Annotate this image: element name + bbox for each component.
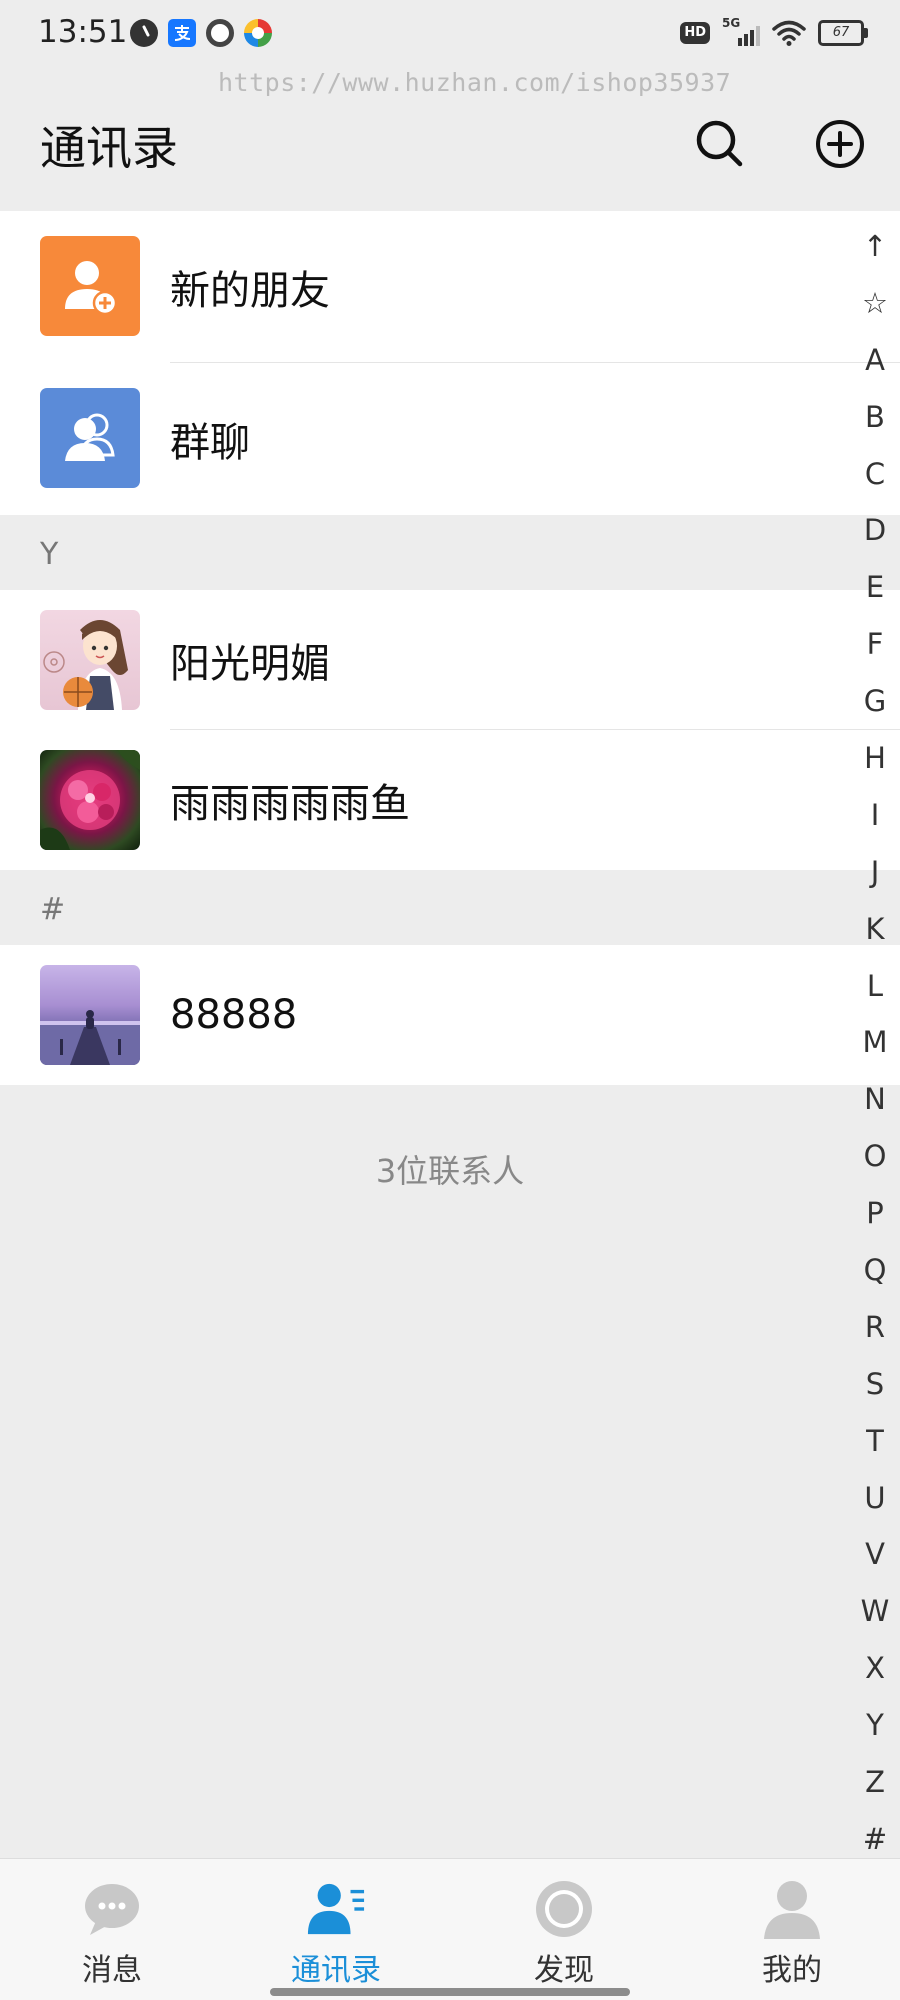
- index-letter[interactable]: Q: [850, 1242, 900, 1299]
- index-letter[interactable]: N: [850, 1071, 900, 1128]
- profile-icon: [764, 1881, 820, 1939]
- contact-count: 3位联系人: [375, 1152, 525, 1190]
- wifi-icon: [772, 20, 806, 46]
- contact-list: 新的朋友 群聊 Y 阳光明媚 雨雨雨雨雨鱼 # 88888: [0, 211, 900, 1085]
- contacts-screen: 13:51 HD 5G 67 https://www.huzhan.com/is…: [0, 0, 900, 2000]
- index-letter[interactable]: C: [850, 446, 900, 503]
- search-icon: [696, 120, 743, 167]
- index-letter[interactable]: U: [850, 1470, 900, 1527]
- pink-flower-photo: [40, 750, 140, 850]
- speedometer-icon: [130, 19, 158, 47]
- discover-icon: [536, 1881, 592, 1937]
- page-title: 通讯录: [40, 121, 178, 175]
- index-letter[interactable]: V: [850, 1526, 900, 1583]
- lake-pier-photo: [40, 1010, 140, 1065]
- alphabet-index-bar[interactable]: ↑ ☆ A B C D E F G H I J K L M N O P Q R S T U V W X Y Z #: [850, 218, 900, 1868]
- contact-name: 88888: [170, 992, 298, 1038]
- index-letter[interactable]: O: [850, 1128, 900, 1185]
- chat-bubble-icon: [85, 1884, 139, 1935]
- section-letter: #: [40, 892, 66, 927]
- nav-tab-profile[interactable]: 我的: [712, 1879, 872, 1989]
- search-button[interactable]: [692, 116, 748, 172]
- index-letter[interactable]: J: [850, 844, 900, 901]
- nav-tab-messages[interactable]: 消息: [32, 1879, 192, 1989]
- contact-row[interactable]: 88888: [0, 945, 900, 1085]
- alipay-icon: [168, 19, 196, 47]
- person-add-icon: [65, 261, 118, 316]
- aperture-app-icon: [206, 19, 234, 47]
- index-letter[interactable]: T: [850, 1413, 900, 1470]
- section-header-hash: #: [0, 870, 900, 945]
- section-header-y: Y: [0, 515, 900, 590]
- cartoon-girl-avatar: [43, 620, 128, 710]
- nav-label: 我的: [762, 1953, 822, 1988]
- group-chat-avatar: [40, 388, 140, 488]
- signal-icon: 5G: [722, 16, 760, 48]
- group-chat-label: 群聊: [170, 420, 250, 466]
- battery-level: 67: [832, 25, 850, 40]
- nav-label: 发现: [534, 1953, 594, 1988]
- contact-name: 雨雨雨雨雨鱼: [170, 781, 410, 827]
- index-letter[interactable]: Y: [850, 1697, 900, 1754]
- index-letter[interactable]: M: [850, 1014, 900, 1071]
- home-indicator[interactable]: [270, 1988, 630, 1996]
- index-letter[interactable]: Z: [850, 1754, 900, 1811]
- contact-avatar: [40, 965, 140, 1065]
- group-chat-row[interactable]: 群聊: [0, 363, 900, 515]
- status-time: 13:51: [38, 14, 128, 50]
- contact-name: 阳光明媚: [170, 641, 330, 687]
- nav-label: 消息: [82, 1953, 142, 1988]
- watermark-text: https://www.huzhan.com/ishop35937: [218, 68, 732, 97]
- index-letter[interactable]: R: [850, 1299, 900, 1356]
- index-letter[interactable]: E: [850, 559, 900, 616]
- nav-tab-discover[interactable]: 发现: [484, 1879, 644, 1989]
- new-friends-label: 新的朋友: [170, 268, 330, 314]
- new-friends-row[interactable]: 新的朋友: [0, 211, 900, 363]
- index-letter[interactable]: B: [850, 389, 900, 446]
- index-letter[interactable]: K: [850, 901, 900, 958]
- group-icon: [65, 413, 115, 461]
- nav-tab-contacts[interactable]: 通讯录: [256, 1879, 416, 1989]
- contact-row[interactable]: 阳光明媚: [0, 590, 900, 730]
- index-letter[interactable]: F: [850, 616, 900, 673]
- index-letter[interactable]: W: [850, 1583, 900, 1640]
- nav-label: 通讯录: [291, 1953, 381, 1988]
- battery-icon: 67: [818, 20, 868, 46]
- index-letter[interactable]: I: [850, 787, 900, 844]
- hd-badge: HD: [680, 22, 710, 44]
- contact-avatar: [40, 750, 140, 850]
- section-letter: Y: [40, 537, 59, 572]
- contact-avatar: [40, 610, 140, 710]
- plus-circle-icon: [816, 120, 864, 168]
- index-letter[interactable]: ☆: [850, 275, 900, 332]
- status-bar: 13:51 HD 5G 67: [0, 0, 900, 70]
- index-letter[interactable]: H: [850, 730, 900, 787]
- index-letter[interactable]: P: [850, 1185, 900, 1242]
- bottom-navigation: 消息 通讯录 发现 我的: [0, 1858, 900, 2000]
- index-letter[interactable]: L: [850, 958, 900, 1015]
- status-indicators: HD 5G 67: [680, 16, 868, 48]
- new-friends-avatar: [40, 236, 140, 336]
- index-letter[interactable]: S: [850, 1356, 900, 1413]
- status-app-icons: [130, 19, 272, 47]
- index-letter[interactable]: X: [850, 1640, 900, 1697]
- contact-row[interactable]: 雨雨雨雨雨鱼: [0, 730, 900, 870]
- contacts-icon: [307, 1883, 365, 1935]
- index-letter[interactable]: ↑: [850, 218, 900, 275]
- index-letter[interactable]: G: [850, 673, 900, 730]
- colorful-app-icon: [244, 19, 272, 47]
- index-letter[interactable]: D: [850, 502, 900, 559]
- add-button[interactable]: [812, 116, 868, 172]
- index-letter[interactable]: A: [850, 332, 900, 389]
